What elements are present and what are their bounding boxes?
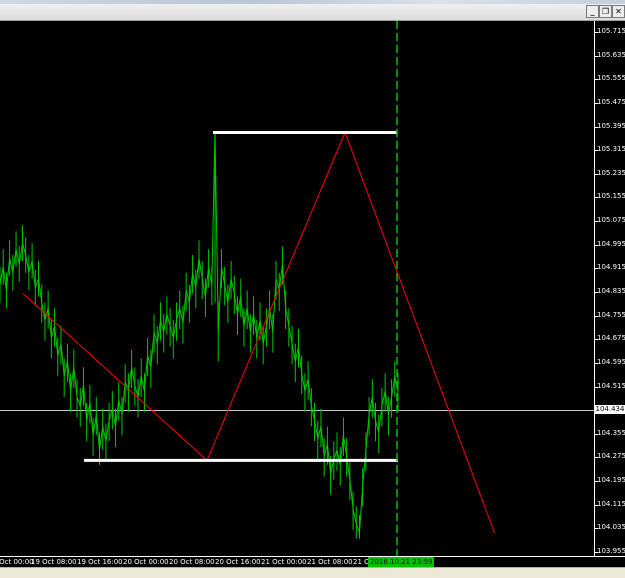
price-tick-label: 104.115 [597,499,625,508]
price-tick-label: 105.475 [597,97,625,106]
price-tick-label: 104.755 [597,310,625,319]
price-tick-label: 104.675 [597,334,625,343]
price-tick-label: 104.835 [597,287,625,295]
price-tick-label: 104.275 [597,452,625,461]
price-tick-label: 104.995 [597,239,625,248]
time-axis[interactable]: 18 Oct 00:0019 Oct 08:0019 Oct 16:0020 O… [0,556,625,567]
price-tick-label: 104.195 [597,476,625,485]
minimize-button[interactable]: _ [586,5,599,18]
price-tick-label: 104.595 [597,357,625,366]
zigzag-line [22,131,495,533]
price-tick-label: 105.395 [597,121,625,130]
time-tick-label: 20 Oct 16:00 [215,558,261,566]
price-tick-label: 105.715 [597,27,625,35]
price-tick-label: 103.955 [597,547,625,555]
window-top-strip [0,0,625,4]
price-tick-label: 105.635 [597,50,625,59]
cursor-time-label: 2016.10.21 23:59 [368,557,435,567]
price-tick-label: 105.315 [597,145,625,154]
time-tick-label: 21 Oct 08:00 [307,558,353,566]
price-tick-label: 104.035 [597,523,625,532]
price-tick-label: 105.555 [597,74,625,83]
price-tick-label: 104.915 [597,263,625,272]
restore-button[interactable]: ❐ [599,5,612,18]
time-tick-label: 18 Oct 00:00 [0,558,34,566]
chart-canvas [0,21,594,556]
price-tick-label: 105.155 [597,192,625,201]
current-price-label: 104.434 [595,405,625,415]
price-line [0,130,399,533]
time-tick-label: 20 Oct 00:00 [123,558,169,566]
close-button[interactable]: ✕ [612,5,625,18]
price-tick-label: 104.355 [597,428,625,437]
price-axis[interactable]: 105.715 105.635 105.555 105.475 105.395 105.3… [594,21,625,556]
window-titlebar: _ ❐ ✕ [0,0,625,21]
time-tick-label: 19 Oct 08:00 [31,558,77,566]
time-tick-label: 19 Oct 16:00 [77,558,123,566]
status-bar [0,567,625,578]
price-tick-label: 104.515 [597,381,625,390]
time-tick-label: 21 Oct 00:00 [261,558,307,566]
price-tick-label: 105.235 [597,168,625,177]
price-chart[interactable] [0,21,594,556]
price-tick-label: 105.075 [597,216,625,225]
time-tick-label: 20 Oct 08:00 [169,558,215,566]
